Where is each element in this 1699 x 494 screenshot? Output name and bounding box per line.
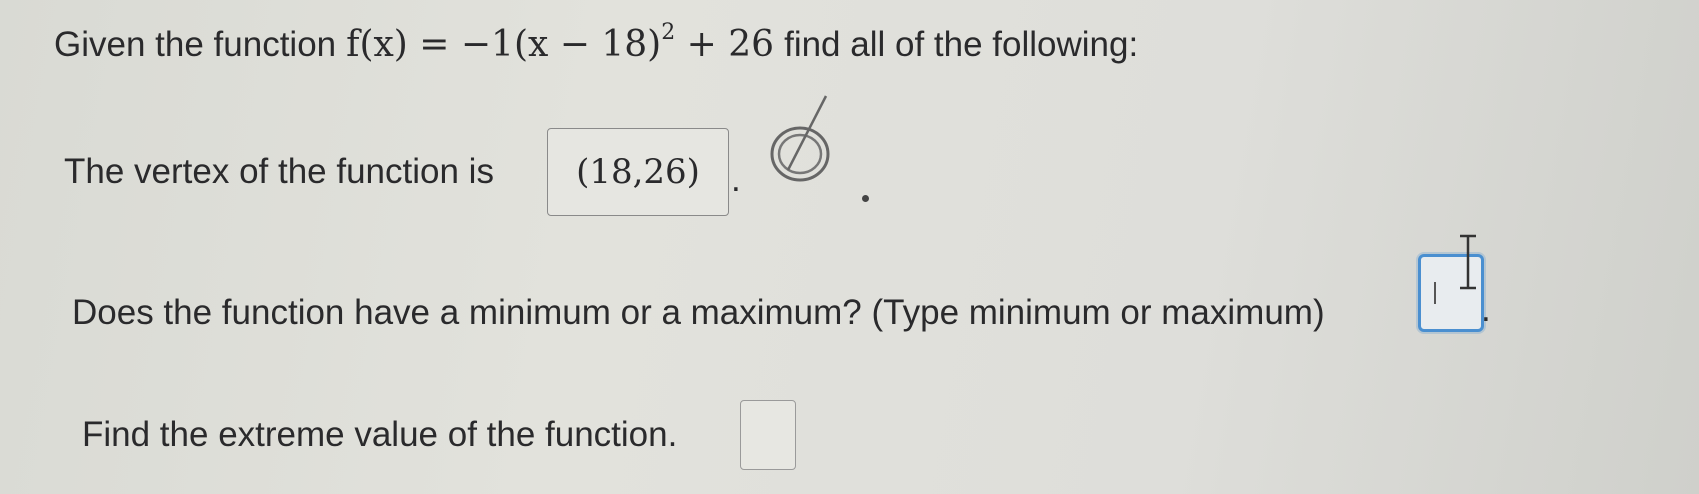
vertex-question: The vertex of the function is <box>64 152 494 192</box>
minmax-period: . <box>1481 290 1491 329</box>
function-suffix: + 26 <box>686 24 775 65</box>
extreme-answer-field[interactable] <box>740 400 796 470</box>
minmax-prompt: Does the function have a minimum or a ma… <box>72 293 1325 332</box>
stray-dot <box>862 195 869 202</box>
extreme-question: Find the extreme value of the function. <box>82 415 677 455</box>
intro-before-text: Given the function <box>54 24 337 64</box>
extreme-prompt: Find the extreme value of the function. <box>82 415 678 454</box>
function-exponent: 2 <box>661 20 676 45</box>
vertex-answer-value: (18,26) <box>576 152 700 192</box>
text-caret <box>1434 282 1436 304</box>
question-title: Given the function f(x) = −1(x − 18)2 + … <box>54 20 1139 65</box>
minmax-question: Does the function have a minimum or a ma… <box>72 293 1325 333</box>
vertex-prompt: The vertex of the function is <box>64 152 494 191</box>
vertex-period: . <box>731 160 741 199</box>
intro-after-text: find all of the following: <box>784 24 1139 64</box>
question-page: Given the function f(x) = −1(x − 18)2 + … <box>0 0 1699 494</box>
text-cursor-icon <box>1460 234 1476 290</box>
function-prefix: f(x) = −1(x − 18) <box>346 24 662 65</box>
vertex-answer-field[interactable]: (18,26) <box>547 128 729 216</box>
function-expression: f(x) = −1(x − 18)2 + 26 <box>346 20 775 65</box>
preview-icon[interactable] <box>760 92 860 202</box>
